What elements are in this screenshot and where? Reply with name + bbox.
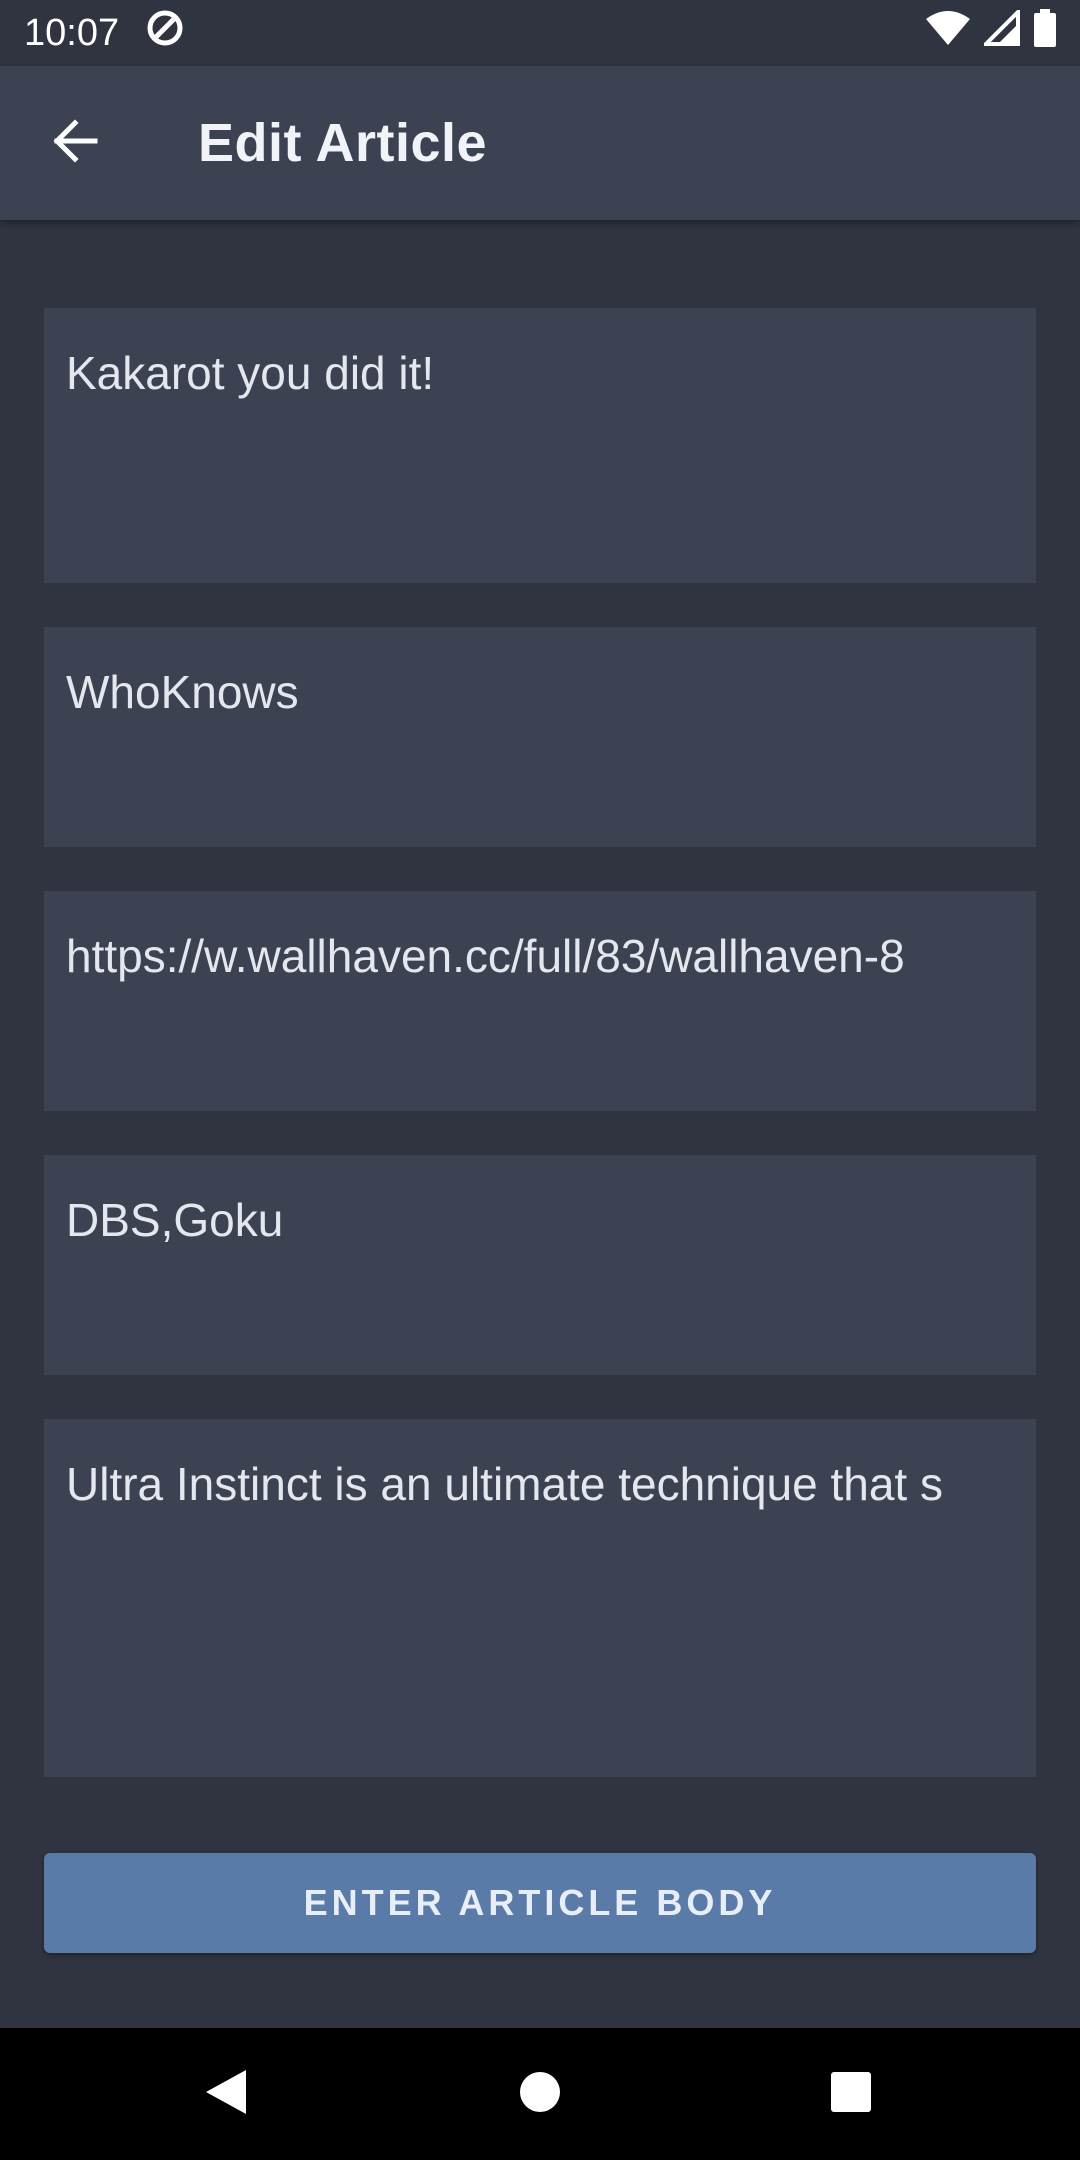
description-input[interactable]: Ultra Instinct is an ultimate technique …: [44, 1419, 1036, 1777]
arrow-left-icon: [51, 117, 99, 170]
page-title: Edit Article: [198, 113, 488, 173]
nav-recents-button[interactable]: [785, 2028, 917, 2160]
system-navigation-bar: [0, 2028, 1080, 2160]
status-icons: [926, 7, 1056, 57]
back-button[interactable]: [0, 66, 150, 220]
description-input-value: Ultra Instinct is an ultimate technique …: [66, 1458, 943, 1510]
image-url-input[interactable]: https://w.wallhaven.cc/full/83/wallhaven…: [44, 891, 1036, 1111]
recents-square-icon: [830, 2071, 872, 2118]
nav-back-button[interactable]: [160, 2028, 292, 2160]
at-sign-icon: [145, 8, 185, 58]
app-bar: Edit Article: [0, 66, 1080, 220]
image-url-input-value: https://w.wallhaven.cc/full/83/wallhaven…: [66, 930, 905, 982]
author-input-value: WhoKnows: [66, 666, 299, 718]
title-input-value: Kakarot you did it!: [66, 347, 435, 399]
title-input[interactable]: Kakarot you did it!: [44, 308, 1036, 583]
status-bar: 10:07: [0, 0, 1080, 66]
battery-icon: [1034, 9, 1056, 57]
back-triangle-icon: [204, 2068, 248, 2121]
nav-home-button[interactable]: [474, 2028, 606, 2160]
author-input[interactable]: WhoKnows: [44, 627, 1036, 847]
enter-article-body-button[interactable]: ENTER ARTICLE BODY: [44, 1853, 1036, 1953]
tags-input-value: DBS,Goku: [66, 1194, 284, 1246]
wifi-icon: [926, 11, 970, 55]
signal-icon: [981, 7, 1020, 56]
status-time: 10:07: [24, 11, 120, 54]
home-circle-icon: [518, 2070, 562, 2119]
tags-input[interactable]: DBS,Goku: [44, 1155, 1036, 1375]
